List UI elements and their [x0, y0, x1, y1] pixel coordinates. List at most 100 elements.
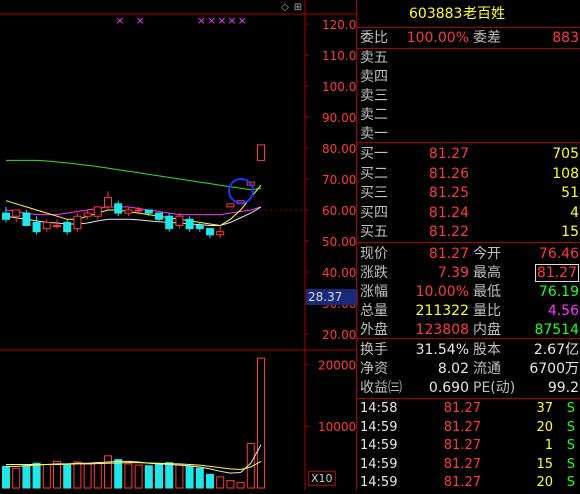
- buy-level-row: 买二 81.26 108: [357, 164, 580, 184]
- stat-value: 81.27: [428, 246, 469, 262]
- buy-level-qty: 51: [561, 185, 579, 201]
- price-tick-label: 110.00: [322, 49, 356, 63]
- price-tick-label: 20.00: [322, 328, 356, 342]
- stat-row: 现价 81.27 今开 76.46: [357, 244, 580, 264]
- candle-body: [83, 212, 92, 217]
- stat-label-2: 内盘: [473, 322, 501, 338]
- stat-row: 总量 211322 量比 4.56: [357, 301, 580, 321]
- candle-body: [104, 197, 112, 208]
- candle-body: [114, 203, 123, 214]
- tick-volume: 15: [536, 456, 553, 472]
- candle-body: [22, 212, 31, 227]
- stat-value: 123808: [415, 322, 469, 338]
- current-price-tag: 28.37: [306, 289, 358, 305]
- tick-volume: 20: [536, 419, 553, 435]
- candle-body: [195, 225, 204, 230]
- candle-body: [124, 209, 133, 214]
- tick-side: S: [566, 419, 575, 435]
- volume-bar: [83, 463, 92, 489]
- stat-value-2: 76.19: [538, 284, 579, 300]
- tick-time: 14:59: [360, 438, 398, 453]
- stat-label-2: 量比: [473, 303, 501, 319]
- stat-label: 外盘: [360, 322, 388, 338]
- volume-bar: [63, 464, 72, 489]
- candle-body: [185, 218, 194, 230]
- candle-body: [2, 212, 10, 220]
- signal-marker: ×: [217, 14, 226, 27]
- signal-marker: ×: [136, 14, 145, 27]
- price-tick-label: 90.00: [322, 111, 356, 125]
- stat-label-2: 最低: [473, 284, 501, 300]
- stock-code: 603883: [409, 6, 463, 22]
- volume-bar: [53, 460, 61, 489]
- stat-label: 涨幅: [360, 284, 388, 300]
- finance-value: 0.690: [428, 380, 469, 396]
- sell-level-label: 卖三: [360, 88, 388, 104]
- sell-level-row: 卖五: [357, 48, 580, 68]
- tick-time: 14:58: [360, 401, 398, 416]
- volume-bar: [155, 463, 163, 489]
- volume-bar: [226, 480, 235, 489]
- tick-row: 14:58 81.27 37 S: [357, 399, 580, 419]
- sell-level-label: 卖一: [360, 126, 388, 142]
- price-tick-label: 120.00: [322, 18, 356, 32]
- ma-line-magenta: [5, 206, 262, 216]
- candle-body: [226, 203, 235, 208]
- volume-bar: [257, 357, 265, 489]
- finance-row: 换手 31.54% 股本 2.67亿: [357, 340, 580, 360]
- buy-level-row: 买一 81.27 705: [357, 144, 580, 164]
- candle-body: [73, 215, 82, 230]
- ma-line-green: [6, 159, 262, 191]
- tick-side: S: [566, 401, 575, 416]
- volume-bar: [32, 462, 41, 489]
- stat-value-2: 81.27: [534, 264, 579, 282]
- volume-bar: [236, 481, 245, 489]
- price-tick-label: 50.00: [322, 235, 356, 249]
- stat-row: 涨跌 7.39 最高 81.27: [357, 263, 580, 283]
- finance-row: 收益㈢ 0.690 PE(动) 99.2: [357, 378, 580, 398]
- tick-side: S: [566, 456, 575, 472]
- tick-row: 14:59 81.27 1 S: [357, 436, 580, 456]
- price-tick-label: 70.00: [322, 173, 356, 187]
- buy-level-qty: 108: [552, 165, 579, 182]
- tick-time: 14:59: [360, 419, 398, 435]
- volume-bar: [124, 463, 133, 489]
- buy-level-qty: 4: [570, 204, 579, 221]
- buy-level-qty: 705: [552, 146, 579, 162]
- volume-bar: [195, 467, 204, 489]
- stat-value: 7.39: [437, 265, 469, 281]
- top-left-button[interactable]: ◇: [279, 2, 291, 14]
- weibi-row: 委比 100.00% 委差 883: [360, 30, 579, 46]
- tick-price: 81.27: [443, 438, 481, 453]
- signal-marker: ×: [227, 14, 236, 27]
- sell-level-row: 卖三: [357, 86, 580, 106]
- buy-level-price: 81.27: [428, 146, 469, 162]
- tick-side: S: [566, 438, 575, 453]
- stock-name: 老百姓: [463, 6, 505, 22]
- candle-body: [134, 209, 143, 212]
- buy-level-qty: 15: [561, 224, 579, 240]
- price-tick-label: 60.00: [322, 204, 356, 218]
- price-tick-label: 40.00: [322, 266, 356, 280]
- kline-chart-area[interactable]: 120.00 110.00 100.00 90.00 80.00 70.00 60.00 50…: [0, 0, 364, 490]
- volume-bar: [12, 467, 21, 489]
- volume-bar: [104, 455, 112, 489]
- top-right-button[interactable]: ⊞: [292, 2, 304, 14]
- buy-level-label: 买五: [360, 224, 388, 240]
- kline-chart[interactable]: 120.00 110.00 100.00 90.00 80.00 70.00 60.00 50…: [0, 0, 364, 490]
- tick-side: S: [566, 475, 575, 490]
- candle-body: [216, 231, 225, 236]
- volume-bar: [185, 465, 194, 489]
- volume-tick-label: 10000: [318, 420, 356, 434]
- volume-bar: [93, 462, 102, 489]
- stat-value: 10.00%: [415, 284, 469, 300]
- price-tick-label: 80.00: [322, 142, 356, 156]
- stat-row: 外盘 123808 内盘 87514: [357, 320, 580, 340]
- volume-bar: [2, 465, 10, 489]
- signal-marker: ×: [238, 14, 247, 27]
- stat-value-2: 76.46: [538, 246, 579, 262]
- sell-level-row: 卖四: [357, 67, 580, 87]
- buy-level-label: 买一: [360, 146, 388, 162]
- candle-body: [32, 221, 41, 233]
- finance-label: 收益㈢: [360, 380, 402, 396]
